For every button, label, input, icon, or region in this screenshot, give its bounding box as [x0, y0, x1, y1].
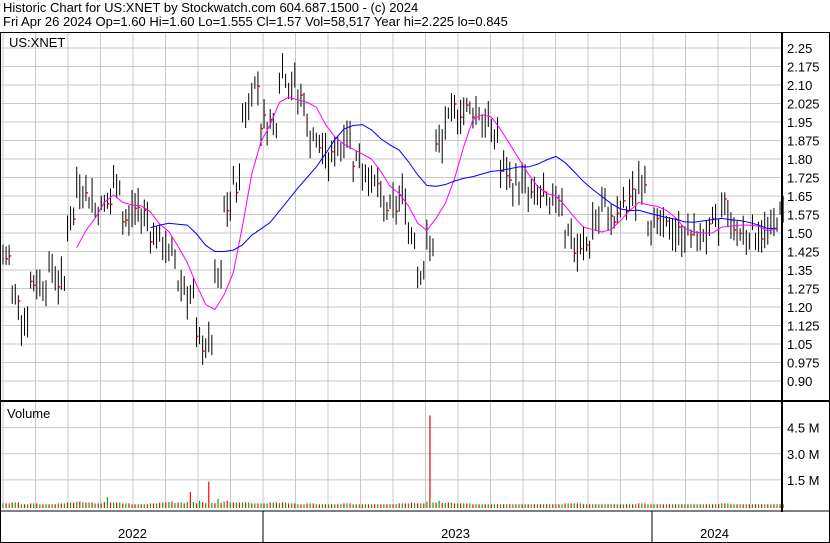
- price-tick-label: 1.725: [787, 171, 820, 186]
- price-tick-label: 1.95: [787, 115, 812, 130]
- volume-tick-label: 3.0 M: [787, 447, 820, 462]
- price-tick-label: 1.875: [787, 134, 820, 149]
- short-moving-average-line: [76, 96, 778, 311]
- price-tick-label: 1.35: [787, 263, 812, 278]
- year-label: 2024: [700, 526, 729, 541]
- symbol-label: US:XNET: [9, 35, 65, 50]
- price-tick-label: 2.10: [787, 78, 812, 93]
- price-tick-label: 1.05: [787, 337, 812, 352]
- chart-canvas: 2022 2023 2024 US:XNET Volume 2.25 2.175 2.1…: [0, 32, 830, 543]
- price-tick-label: 0.90: [787, 374, 812, 389]
- stock-chart: Historic Chart for US:XNET by Stockwatch…: [0, 0, 830, 543]
- price-tick-label: 1.575: [787, 208, 820, 223]
- year-label: 2022: [118, 526, 147, 541]
- price-tick-label: 0.975: [787, 356, 820, 371]
- volume-label: Volume: [7, 406, 50, 421]
- price-tick-label: 1.425: [787, 245, 820, 260]
- chart-border: [0, 32, 830, 543]
- volume-tick-label: 4.5 M: [787, 421, 820, 436]
- long-moving-average-line: [150, 124, 778, 252]
- price-tick-label: 2.175: [787, 60, 820, 75]
- volume-tick-label: 1.5 M: [787, 473, 820, 488]
- price-tick-label: 1.125: [787, 319, 820, 334]
- price-tick-label: 1.65: [787, 189, 812, 204]
- price-tick-label: 2.025: [787, 97, 820, 112]
- year-label: 2023: [441, 526, 470, 541]
- price-tick-label: 1.80: [787, 152, 812, 167]
- price-tick-label: 2.25: [787, 41, 812, 56]
- price-tick-label: 1.50: [787, 226, 812, 241]
- price-tick-label: 1.20: [787, 300, 812, 315]
- price-tick-label: 1.275: [787, 282, 820, 297]
